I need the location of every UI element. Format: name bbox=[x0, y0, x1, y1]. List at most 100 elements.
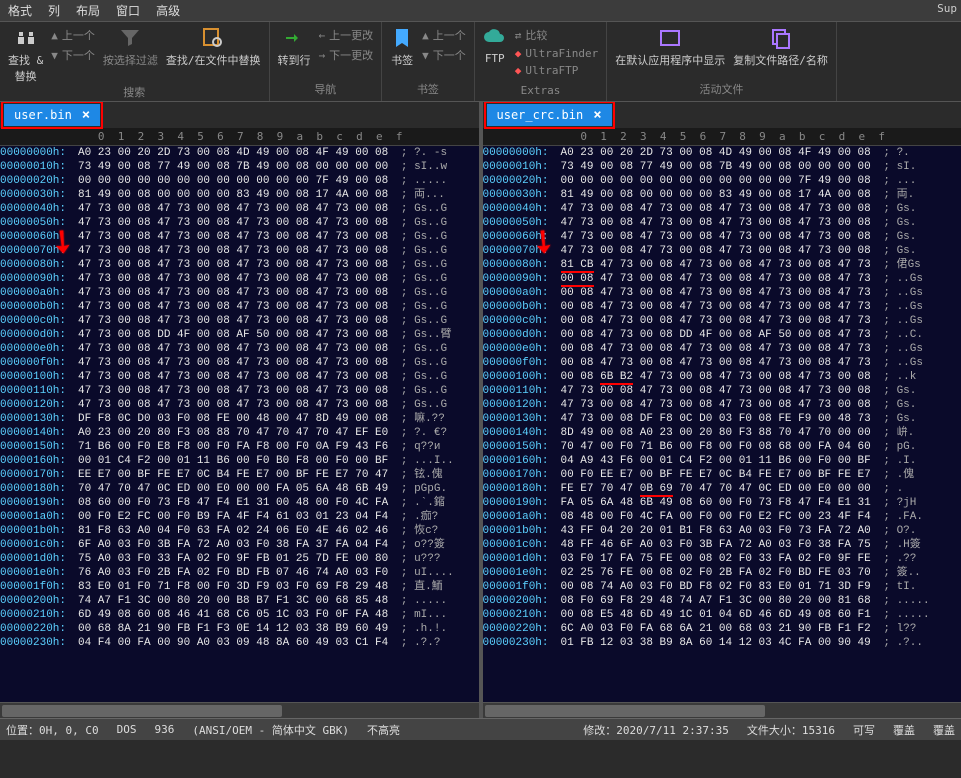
hex-row[interactable]: 00000190h: FA 05 6A 48 6B 49 08 60 00 F0… bbox=[483, 496, 961, 510]
hex-row[interactable]: 00000110h: 47 73 00 08 47 73 00 08 47 73… bbox=[0, 384, 479, 398]
tab-user-bin[interactable]: user.bin × bbox=[4, 104, 100, 126]
hex-row[interactable]: 00000210h: 6D 49 08 60 08 46 41 68 C6 05… bbox=[0, 608, 479, 622]
hex-row[interactable]: 00000140h: 8D 49 00 08 A0 23 00 20 80 F3… bbox=[483, 426, 961, 440]
next-change-button[interactable]: →下一更改 bbox=[319, 46, 374, 64]
hex-row[interactable]: 000000a0h: 00 08 47 73 00 08 47 73 00 08… bbox=[483, 286, 961, 300]
hex-row[interactable]: 000001c0h: 6F A0 03 F0 3B FA 72 A0 03 F0… bbox=[0, 538, 479, 552]
status-ovr1[interactable]: 覆盖 bbox=[893, 722, 915, 738]
hex-row[interactable]: 00000170h: EE E7 00 BF FE E7 0C B4 FE E7… bbox=[0, 468, 479, 482]
hex-row[interactable]: 000000e0h: 00 08 47 73 00 08 47 73 00 08… bbox=[483, 342, 961, 356]
hex-row[interactable]: 00000000h: A0 23 00 20 2D 73 00 08 4D 49… bbox=[0, 146, 479, 160]
status-codepage[interactable]: 936 bbox=[154, 723, 174, 736]
close-icon[interactable]: × bbox=[82, 107, 90, 123]
hex-row[interactable]: 00000110h: 47 73 00 08 47 73 00 08 47 73… bbox=[483, 384, 961, 398]
close-icon[interactable]: × bbox=[593, 107, 601, 123]
menu-column[interactable]: 列 bbox=[48, 2, 60, 19]
find-prev-button[interactable]: ▲上一个 bbox=[51, 26, 95, 44]
compare-button[interactable]: ⇄比较 bbox=[515, 26, 598, 44]
right-hex-view[interactable]: ➘ 00000000h: A0 23 00 20 2D 73 00 08 4D … bbox=[483, 146, 961, 702]
hex-row[interactable]: 000000e0h: 47 73 00 08 47 73 00 08 47 73… bbox=[0, 342, 479, 356]
menu-window[interactable]: 窗口 bbox=[116, 2, 140, 19]
filter-by-selection-button[interactable]: 按选择过滤 bbox=[103, 26, 158, 68]
hex-row[interactable]: 00000150h: 70 47 00 F0 71 B6 00 F8 00 F0… bbox=[483, 440, 961, 454]
hex-row[interactable]: 00000040h: 47 73 00 08 47 73 00 08 47 73… bbox=[483, 202, 961, 216]
hex-row[interactable]: 000000b0h: 47 73 00 08 47 73 00 08 47 73… bbox=[0, 300, 479, 314]
hex-row[interactable]: 00000090h: 00 08 47 73 00 08 47 73 00 08… bbox=[483, 272, 961, 286]
menu-layout[interactable]: 布局 bbox=[76, 2, 100, 19]
find-in-files-button[interactable]: 查找/在文件中替换 bbox=[166, 26, 261, 68]
status-lineend[interactable]: DOS bbox=[117, 723, 137, 736]
status-ovr2[interactable]: 覆盖 bbox=[933, 722, 955, 738]
left-hex-view[interactable]: ➘ 00000000h: A0 23 00 20 2D 73 00 08 4D … bbox=[0, 146, 479, 702]
hex-row[interactable]: 000001e0h: 02 25 76 FE 00 08 02 F0 2B FA… bbox=[483, 566, 961, 580]
hex-row[interactable]: 000001f0h: 83 E0 01 F0 71 F8 00 F0 3D F9… bbox=[0, 580, 479, 594]
hex-row[interactable]: 00000220h: 6C A0 03 F0 FA 68 6A 21 00 68… bbox=[483, 622, 961, 636]
bookmark-next-button[interactable]: ▼下一个 bbox=[422, 46, 466, 64]
hex-row[interactable]: 00000180h: FE E7 70 47 0B 69 70 47 70 47… bbox=[483, 482, 961, 496]
hex-row[interactable]: 00000100h: 47 73 00 08 47 73 00 08 47 73… bbox=[0, 370, 479, 384]
hex-row[interactable]: 00000020h: 00 00 00 00 00 00 00 00 00 00… bbox=[483, 174, 961, 188]
hex-row[interactable]: 000001b0h: 43 FF 04 20 20 01 B1 F8 63 A0… bbox=[483, 524, 961, 538]
hex-row[interactable]: 000001e0h: 76 A0 03 F0 2B FA 02 F0 BD FB… bbox=[0, 566, 479, 580]
tab-user-crc-bin[interactable]: user_crc.bin × bbox=[487, 104, 612, 126]
hex-row[interactable]: 00000140h: A0 23 00 20 80 F3 08 88 70 47… bbox=[0, 426, 479, 440]
hex-row[interactable]: 00000060h: 47 73 00 08 47 73 00 08 47 73… bbox=[0, 230, 479, 244]
ultraftp-button[interactable]: ◆UltraFTP bbox=[515, 63, 598, 78]
status-highlight[interactable]: 不高亮 bbox=[367, 722, 400, 738]
hex-row[interactable]: 00000160h: 00 01 C4 F2 00 01 11 B6 00 F0… bbox=[0, 454, 479, 468]
hex-row[interactable]: 000001d0h: 75 A0 03 F0 33 FA 02 F0 9F FB… bbox=[0, 552, 479, 566]
hex-row[interactable]: 00000100h: 00 08 6B B2 47 73 00 08 47 73… bbox=[483, 370, 961, 384]
hex-row[interactable]: 000000f0h: 47 73 00 08 47 73 00 08 47 73… bbox=[0, 356, 479, 370]
hex-row[interactable]: 00000220h: 00 68 8A 21 90 FB F1 F3 0E 14… bbox=[0, 622, 479, 636]
hex-row[interactable]: 00000160h: 04 A9 43 F6 00 01 C4 F2 00 01… bbox=[483, 454, 961, 468]
hex-row[interactable]: 00000070h: 47 73 00 08 47 73 00 08 47 73… bbox=[0, 244, 479, 258]
hex-row[interactable]: 000001b0h: 81 F8 63 A0 04 F0 63 FA 02 24… bbox=[0, 524, 479, 538]
copy-path-button[interactable]: 复制文件路径/名称 bbox=[733, 26, 828, 68]
hex-row[interactable]: 00000190h: 08 60 00 F0 73 F8 47 F4 E1 31… bbox=[0, 496, 479, 510]
hex-row[interactable]: 00000210h: 00 08 E5 48 6D 49 1C 01 04 6D… bbox=[483, 608, 961, 622]
hex-row[interactable]: 000000a0h: 47 73 00 08 47 73 00 08 47 73… bbox=[0, 286, 479, 300]
goto-line-button[interactable]: 转到行 bbox=[278, 26, 311, 68]
left-hscroll[interactable] bbox=[0, 702, 483, 718]
hex-row[interactable]: 00000080h: 81 CB 47 73 00 08 47 73 00 08… bbox=[483, 258, 961, 272]
hex-row[interactable]: 00000040h: 47 73 00 08 47 73 00 08 47 73… bbox=[0, 202, 479, 216]
hex-row[interactable]: 000000d0h: 00 08 47 73 00 08 DD 4F 00 08… bbox=[483, 328, 961, 342]
menu-advanced[interactable]: 高级 bbox=[156, 2, 180, 19]
hex-row[interactable]: 00000010h: 73 49 00 08 77 49 00 08 7B 49… bbox=[483, 160, 961, 174]
hex-row[interactable]: 00000050h: 47 73 00 08 47 73 00 08 47 73… bbox=[483, 216, 961, 230]
scrollbar-thumb[interactable] bbox=[2, 705, 282, 717]
right-hscroll[interactable] bbox=[483, 702, 961, 718]
bookmark-prev-button[interactable]: ▲上一个 bbox=[422, 26, 466, 44]
hex-row[interactable]: 00000150h: 71 B6 00 F0 E8 F8 00 F0 FA F8… bbox=[0, 440, 479, 454]
hex-row[interactable]: 00000000h: A0 23 00 20 2D 73 00 08 4D 49… bbox=[483, 146, 961, 160]
hex-row[interactable]: 00000130h: DF F8 0C D0 03 F0 08 FE 00 48… bbox=[0, 412, 479, 426]
status-encoding[interactable]: (ANSI/OEM - 简体中文 GBK) bbox=[192, 722, 349, 738]
hex-row[interactable]: 00000180h: 70 47 70 47 0C ED 00 E0 00 00… bbox=[0, 482, 479, 496]
prev-change-button[interactable]: ←上一更改 bbox=[319, 26, 374, 44]
find-replace-button[interactable]: 查找 & 替换 bbox=[8, 26, 43, 84]
hex-row[interactable]: 00000200h: 08 F0 69 F8 29 48 74 A7 F1 3C… bbox=[483, 594, 961, 608]
hex-row[interactable]: 000001d0h: 03 F0 17 FA 75 FE 00 08 02 F0… bbox=[483, 552, 961, 566]
scrollbar-thumb[interactable] bbox=[485, 705, 765, 717]
open-default-button[interactable]: 在默认应用程序中显示 bbox=[615, 26, 725, 68]
hex-row[interactable]: 00000030h: 81 49 00 08 00 00 00 00 83 49… bbox=[483, 188, 961, 202]
hex-row[interactable]: 00000170h: 00 F0 EE E7 00 BF FE E7 0C B4… bbox=[483, 468, 961, 482]
hex-row[interactable]: 00000120h: 47 73 00 08 47 73 00 08 47 73… bbox=[483, 398, 961, 412]
menu-format[interactable]: 格式 bbox=[8, 2, 32, 19]
hex-row[interactable]: 00000060h: 47 73 00 08 47 73 00 08 47 73… bbox=[483, 230, 961, 244]
hex-row[interactable]: 000000d0h: 47 73 00 08 DD 4F 00 08 AF 50… bbox=[0, 328, 479, 342]
hex-row[interactable]: 00000090h: 47 73 00 08 47 73 00 08 47 73… bbox=[0, 272, 479, 286]
hex-row[interactable]: 000001f0h: 00 08 74 A0 03 F0 BD F8 02 F0… bbox=[483, 580, 961, 594]
hex-row[interactable]: 000001a0h: 00 F0 E2 FC 00 F0 B9 FA 4F F4… bbox=[0, 510, 479, 524]
hex-row[interactable]: 000000c0h: 47 73 00 08 47 73 00 08 47 73… bbox=[0, 314, 479, 328]
bookmark-button[interactable]: 书签 bbox=[390, 26, 414, 68]
hex-row[interactable]: 00000080h: 47 73 00 08 47 73 00 08 47 73… bbox=[0, 258, 479, 272]
hex-row[interactable]: 000000b0h: 00 08 47 73 00 08 47 73 00 08… bbox=[483, 300, 961, 314]
hex-row[interactable]: 00000200h: 74 A7 F1 3C 00 80 20 00 B8 B7… bbox=[0, 594, 479, 608]
hex-row[interactable]: 00000070h: 47 73 00 08 47 73 00 08 47 73… bbox=[483, 244, 961, 258]
hex-row[interactable]: 00000030h: 81 49 00 08 00 00 00 00 83 49… bbox=[0, 188, 479, 202]
hex-row[interactable]: 00000130h: 47 73 00 08 DF F8 0C D0 03 F0… bbox=[483, 412, 961, 426]
find-next-button[interactable]: ▼下一个 bbox=[51, 46, 95, 64]
hex-row[interactable]: 00000020h: 00 00 00 00 00 00 00 00 00 00… bbox=[0, 174, 479, 188]
ultrafinder-button[interactable]: ◆UltraFinder bbox=[515, 46, 598, 61]
